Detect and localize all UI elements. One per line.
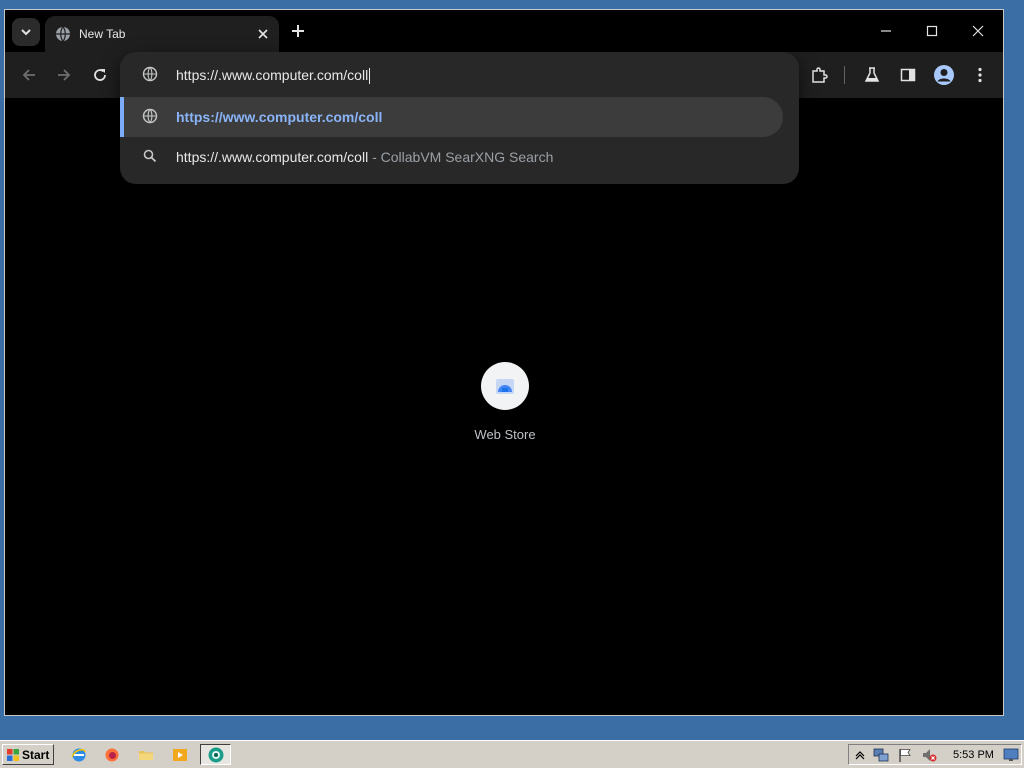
address-bar-input[interactable]: https://.www.computer.com/coll bbox=[176, 66, 371, 85]
tab-new-tab[interactable]: New Tab bbox=[45, 16, 279, 52]
side-panel-button[interactable] bbox=[896, 63, 920, 87]
taskbar-button-browser[interactable] bbox=[200, 744, 231, 765]
profile-button[interactable] bbox=[932, 63, 956, 87]
web-store-icon bbox=[481, 362, 529, 410]
tab-strip: New Tab bbox=[5, 10, 1003, 52]
action-center-flag-icon[interactable] bbox=[897, 747, 913, 763]
arrow-left-icon bbox=[22, 69, 35, 81]
reload-icon bbox=[94, 69, 106, 81]
suggestion-item[interactable]: https://www.computer.com/coll bbox=[120, 97, 783, 137]
suggestion-separator: - bbox=[368, 149, 381, 165]
close-icon bbox=[258, 29, 268, 39]
puzzle-icon bbox=[812, 67, 828, 83]
menu-button[interactable] bbox=[968, 63, 992, 87]
minimize-icon bbox=[881, 30, 891, 32]
omnibox-dropdown: https://.www.computer.com/coll https://w… bbox=[120, 52, 799, 184]
network-icon[interactable] bbox=[873, 747, 889, 763]
address-bar-value: https://.www.computer.com/coll bbox=[176, 67, 369, 83]
system-tray: 5:53 PM bbox=[848, 744, 1022, 765]
folder-icon[interactable] bbox=[137, 746, 155, 764]
minimize-button[interactable] bbox=[863, 10, 909, 52]
shortcut-web-store[interactable]: Web Store bbox=[462, 362, 548, 442]
tab-search-button[interactable] bbox=[12, 18, 40, 46]
new-tab-button[interactable] bbox=[287, 20, 309, 42]
media-player-icon[interactable] bbox=[171, 746, 189, 764]
close-icon bbox=[972, 25, 984, 37]
flask-icon bbox=[864, 67, 880, 82]
extensions-button[interactable] bbox=[807, 63, 831, 87]
suggestion-item[interactable]: https://.www.computer.com/coll - CollabV… bbox=[120, 137, 783, 177]
selection-indicator bbox=[120, 97, 124, 137]
tab-title: New Tab bbox=[79, 27, 126, 41]
more-vert-icon bbox=[978, 67, 982, 83]
reload-button[interactable] bbox=[88, 63, 112, 87]
tab-close-button[interactable] bbox=[251, 22, 275, 46]
taskbar: Start 5:53 PM bbox=[0, 740, 1024, 768]
toolbar-divider bbox=[844, 66, 845, 84]
maximize-icon bbox=[926, 25, 938, 37]
globe-icon bbox=[142, 66, 160, 84]
volume-muted-icon[interactable] bbox=[921, 747, 937, 763]
windows-logo-icon bbox=[6, 748, 20, 762]
browser-window: New Tab https://.www.computer.com/coll h… bbox=[4, 9, 1004, 716]
chevron-up-icon bbox=[855, 751, 865, 760]
shortcut-label: Web Store bbox=[474, 427, 536, 442]
browser-app-icon bbox=[208, 747, 223, 762]
show-hidden-icons-button[interactable] bbox=[852, 747, 868, 763]
text-caret bbox=[369, 68, 371, 85]
back-button[interactable] bbox=[17, 63, 41, 87]
suggestion-url: https://www.computer.com/coll bbox=[176, 109, 383, 125]
account-icon bbox=[934, 65, 954, 85]
start-button[interactable]: Start bbox=[2, 744, 54, 765]
search-icon bbox=[142, 148, 160, 166]
start-label: Start bbox=[22, 747, 50, 762]
maximize-button[interactable] bbox=[909, 10, 955, 52]
suggestion-search-text: https://.www.computer.com/coll - CollabV… bbox=[176, 149, 553, 165]
side-panel-icon bbox=[900, 68, 916, 82]
close-window-button[interactable] bbox=[955, 10, 1001, 52]
plus-icon bbox=[292, 25, 304, 37]
globe-icon bbox=[55, 26, 71, 42]
internet-explorer-icon[interactable] bbox=[70, 746, 88, 764]
arrow-right-icon bbox=[58, 69, 71, 81]
globe-icon bbox=[142, 108, 160, 126]
show-desktop-icon[interactable] bbox=[1003, 747, 1019, 763]
suggestion-engine: CollabVM SearXNG Search bbox=[380, 149, 554, 165]
firefox-icon[interactable] bbox=[103, 746, 121, 764]
labs-button[interactable] bbox=[860, 63, 884, 87]
chevron-down-icon bbox=[21, 29, 31, 36]
forward-button[interactable] bbox=[52, 63, 76, 87]
suggestion-query: https://.www.computer.com/coll bbox=[176, 149, 369, 165]
clock: 5:53 PM bbox=[953, 749, 994, 761]
